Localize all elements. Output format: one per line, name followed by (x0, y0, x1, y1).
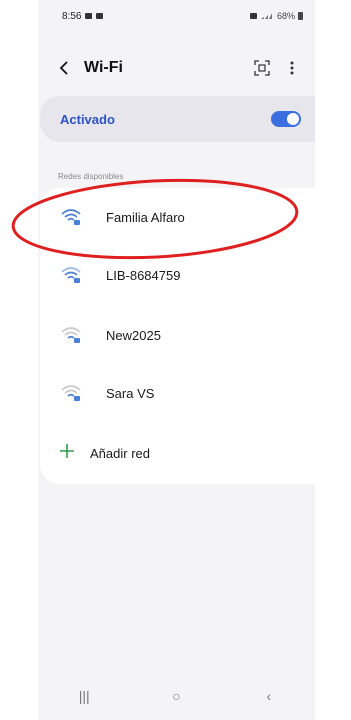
network-row[interactable]: LIB-8684759 (40, 246, 315, 304)
add-network-label: Añadir red (90, 445, 150, 461)
plus-icon (60, 443, 74, 463)
phone-screen: 8:56 68% Wi-Fi Activado Redes disponible… (38, 0, 315, 720)
network-row[interactable]: Familia Alfaro (40, 188, 315, 246)
network-name: Sara VS (106, 385, 155, 401)
status-bar: 8:56 68% (38, 0, 315, 32)
network-name: LIB-8684759 (106, 267, 181, 283)
photo-icon (85, 13, 93, 19)
network-row[interactable]: New2025 (40, 306, 315, 364)
message-icon (96, 13, 104, 19)
signal-icon (260, 13, 272, 19)
network-list: Familia Alfaro LIB-8684759 New2025 Sara … (40, 188, 315, 484)
battery-icon (298, 12, 303, 20)
back-arrow-icon[interactable] (54, 58, 74, 78)
wifi-secured-icon (60, 383, 82, 403)
network-name: New2025 (106, 327, 161, 343)
back-button[interactable]: ‹ (249, 681, 289, 711)
wifi-secured-icon (60, 325, 82, 345)
alarm-icon (249, 13, 257, 19)
wifi-toggle-label: Activado (60, 111, 115, 127)
add-network-button[interactable]: Añadir red (40, 424, 315, 482)
battery-percent: 68% (276, 11, 295, 21)
back-icon: ‹ (266, 688, 272, 704)
network-row[interactable]: Sara VS (40, 364, 315, 422)
qr-scan-icon[interactable] (251, 57, 273, 79)
home-button[interactable]: ○ (156, 681, 196, 711)
more-options-icon[interactable] (281, 57, 303, 79)
wifi-toggle-row[interactable]: Activado (40, 96, 315, 142)
header: Wi-Fi (38, 52, 315, 84)
wifi-switch[interactable] (271, 111, 301, 127)
wifi-secured-icon (60, 207, 82, 227)
recent-apps-icon: ||| (78, 688, 90, 704)
status-time: 8:56 (62, 10, 82, 22)
switch-knob (287, 113, 299, 125)
recent-apps-button[interactable]: ||| (64, 681, 104, 711)
network-name: Familia Alfaro (106, 209, 185, 225)
section-label: Redes disponibles (58, 172, 124, 181)
home-icon: ○ (172, 688, 181, 704)
navigation-bar: ||| ○ ‹ (38, 672, 315, 720)
wifi-secured-icon (60, 265, 82, 285)
page-title: Wi-Fi (84, 59, 123, 76)
